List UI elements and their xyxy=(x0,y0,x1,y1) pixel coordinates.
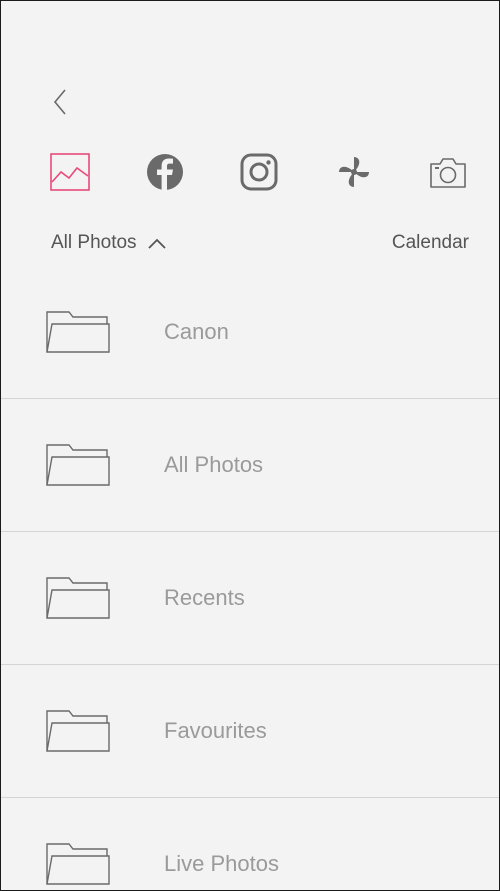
chevron-left-icon xyxy=(53,89,66,115)
source-tab-pinwheel[interactable] xyxy=(329,147,379,197)
screen: All Photos Calendar Canon All Photos Rec… xyxy=(0,0,500,891)
filter-row: All Photos Calendar xyxy=(1,229,499,257)
album-label: All Photos xyxy=(164,452,264,477)
album-label: Favourites xyxy=(164,718,267,743)
calendar-label: Calendar xyxy=(391,232,469,253)
folder-icon xyxy=(46,444,110,486)
pinwheel-icon xyxy=(339,157,369,187)
photo-source-bar xyxy=(1,147,499,197)
chevron-up-icon xyxy=(147,238,166,249)
album-row-recents[interactable]: Recents xyxy=(1,532,499,665)
folder-icon xyxy=(46,311,110,353)
album-label: Recents xyxy=(164,585,245,610)
album-selector-label: All Photos xyxy=(51,232,137,253)
album-list: Canon All Photos Recents Favourites Live… xyxy=(1,266,499,890)
source-tab-instagram[interactable] xyxy=(234,147,284,197)
folder-icon xyxy=(46,843,110,885)
source-tab-camera[interactable] xyxy=(423,147,473,197)
album-label: Live Photos xyxy=(164,851,279,876)
instagram-icon xyxy=(240,153,278,191)
album-row-canon[interactable]: Canon xyxy=(1,266,499,399)
camera-icon xyxy=(430,158,466,188)
calendar-button[interactable]: Calendar xyxy=(392,229,469,257)
album-row-favourites[interactable]: Favourites xyxy=(1,665,499,798)
photos-gallery-icon xyxy=(50,153,90,191)
source-tab-facebook[interactable] xyxy=(140,147,190,197)
album-label: Canon xyxy=(164,319,229,344)
folder-icon xyxy=(46,710,110,752)
source-tab-photos[interactable] xyxy=(45,147,95,197)
facebook-icon xyxy=(147,154,183,190)
back-button[interactable] xyxy=(45,85,75,119)
album-row-live-photos[interactable]: Live Photos xyxy=(1,798,499,890)
album-selector[interactable]: All Photos xyxy=(51,229,167,257)
folder-icon xyxy=(46,577,110,619)
album-row-all-photos[interactable]: All Photos xyxy=(1,399,499,532)
